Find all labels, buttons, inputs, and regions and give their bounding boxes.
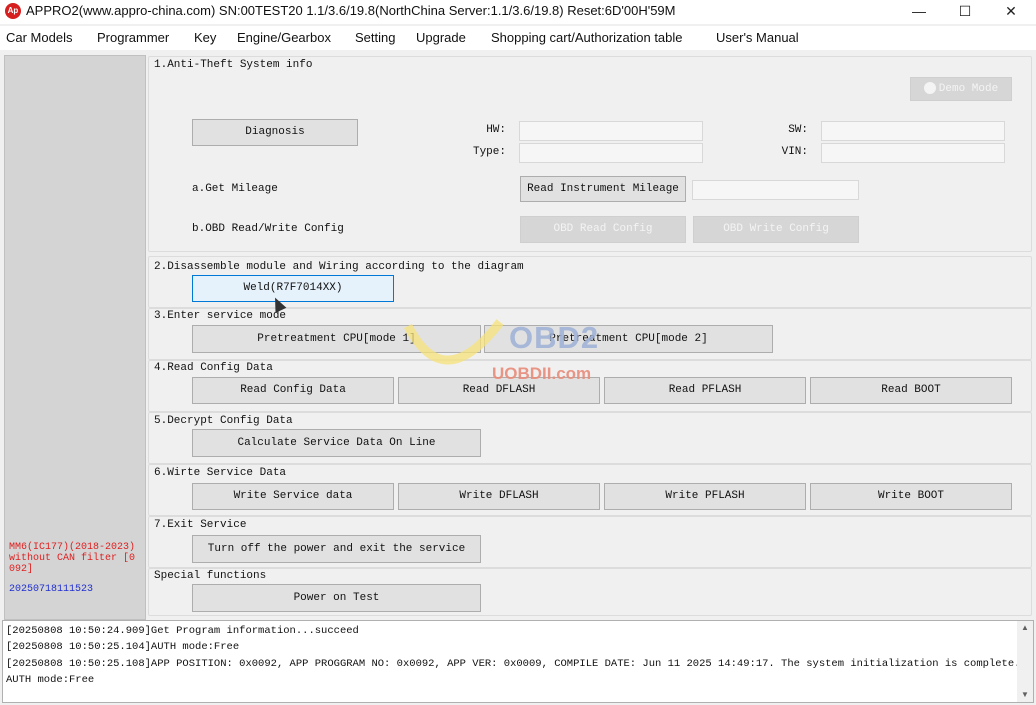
window-title: APPRO2(www.appro-china.com) SN:00TEST20 …: [26, 3, 676, 18]
title-bar: Ap APPRO2(www.appro-china.com) SN:00TEST…: [0, 0, 1036, 24]
log-scrollbar[interactable]: ▲ ▼: [1017, 621, 1033, 702]
selected-model-label: MM6(IC177)(2018-2023) without CAN filter…: [9, 542, 136, 575]
calculate-service-data-button[interactable]: Calculate Service Data On Line: [192, 429, 481, 457]
read-pflash-button[interactable]: Read PFLASH: [604, 377, 806, 404]
menu-programmer[interactable]: Programmer: [97, 30, 169, 45]
log-line: [20250808 10:50:24.909]Get Program infor…: [6, 625, 359, 637]
menu-setting[interactable]: Setting: [355, 30, 395, 45]
pretreatment-mode-2-button[interactable]: Pretreatment CPU[mode 2]: [484, 325, 773, 353]
section-2-title: 2.Disassemble module and Wiring accordin…: [154, 261, 524, 273]
obd-config-label: b.OBD Read/Write Config: [192, 223, 344, 235]
section-6-title: 6.Wirte Service Data: [154, 467, 287, 479]
demo-mode-button: Demo Mode: [910, 77, 1012, 101]
write-service-data-button[interactable]: Write Service data: [192, 483, 394, 510]
read-config-data-button[interactable]: Read Config Data: [192, 377, 394, 404]
menu-engine-gearbox[interactable]: Engine/Gearbox: [237, 30, 331, 45]
write-boot-button[interactable]: Write BOOT: [810, 483, 1012, 510]
left-panel: MM6(IC177)(2018-2023) without CAN filter…: [4, 55, 146, 620]
vin-label: VIN:: [781, 146, 808, 158]
menu-bar: Car Models Programmer Key Engine/Gearbox…: [0, 26, 1036, 50]
weld-button[interactable]: Weld(R7F7014XX): [192, 275, 394, 302]
write-pflash-button[interactable]: Write PFLASH: [604, 483, 806, 510]
type-field[interactable]: [519, 143, 703, 163]
app-logo-icon: Ap: [5, 3, 21, 19]
log-panel[interactable]: [20250808 10:50:24.909]Get Program infor…: [2, 620, 1034, 703]
scroll-up-icon[interactable]: ▲: [1017, 621, 1033, 635]
log-line: [20250808 10:50:25.104]AUTH mode:Free: [6, 641, 240, 653]
log-line: AUTH mode:Free: [6, 674, 95, 686]
hw-label: HW:: [486, 124, 506, 136]
section-5-title: 5.Decrypt Config Data: [154, 415, 293, 427]
menu-car-models[interactable]: Car Models: [6, 30, 72, 45]
obd-write-config-button: OBD Write Config: [693, 216, 859, 243]
obd-read-config-button: OBD Read Config: [520, 216, 686, 243]
sw-field[interactable]: [821, 121, 1005, 141]
read-boot-button[interactable]: Read BOOT: [810, 377, 1012, 404]
maximize-button[interactable]: ☐: [942, 0, 988, 22]
close-button[interactable]: ✕: [988, 0, 1034, 22]
mileage-field[interactable]: [692, 180, 859, 200]
write-dflash-button[interactable]: Write DFLASH: [398, 483, 600, 510]
build-number-label: 20250718111523: [9, 584, 94, 595]
special-functions-title: Special functions: [154, 570, 267, 582]
read-dflash-button[interactable]: Read DFLASH: [398, 377, 600, 404]
menu-shopping-cart[interactable]: Shopping cart/Authorization table: [491, 30, 683, 45]
turn-off-power-button[interactable]: Turn off the power and exit the service: [192, 535, 481, 563]
read-instrument-mileage-button[interactable]: Read Instrument Mileage: [520, 176, 686, 202]
radio-icon: [923, 82, 936, 95]
minimize-button[interactable]: —: [896, 0, 942, 22]
scroll-down-icon[interactable]: ▼: [1017, 688, 1033, 702]
section-3-title: 3.Enter service mode: [154, 310, 287, 322]
section-7-title: 7.Exit Service: [154, 519, 247, 531]
hw-field[interactable]: [519, 121, 703, 141]
type-label: Type:: [472, 146, 506, 158]
get-mileage-label: a.Get Mileage: [192, 183, 278, 195]
demo-mode-label: Demo Mode: [938, 83, 999, 95]
log-line: [20250808 10:50:25.108]APP POSITION: 0x0…: [6, 658, 1021, 670]
section-4-title: 4.Read Config Data: [154, 362, 273, 374]
pretreatment-mode-1-button[interactable]: Pretreatment CPU[mode 1]: [192, 325, 481, 353]
menu-upgrade[interactable]: Upgrade: [416, 30, 466, 45]
sw-label: SW:: [788, 124, 808, 136]
vin-field[interactable]: [821, 143, 1005, 163]
menu-key[interactable]: Key: [194, 30, 216, 45]
section-1-title: 1.Anti-Theft System info: [154, 59, 313, 71]
menu-users-manual[interactable]: User's Manual: [716, 30, 799, 45]
power-on-test-button[interactable]: Power on Test: [192, 584, 481, 612]
diagnosis-button[interactable]: Diagnosis: [192, 119, 358, 146]
